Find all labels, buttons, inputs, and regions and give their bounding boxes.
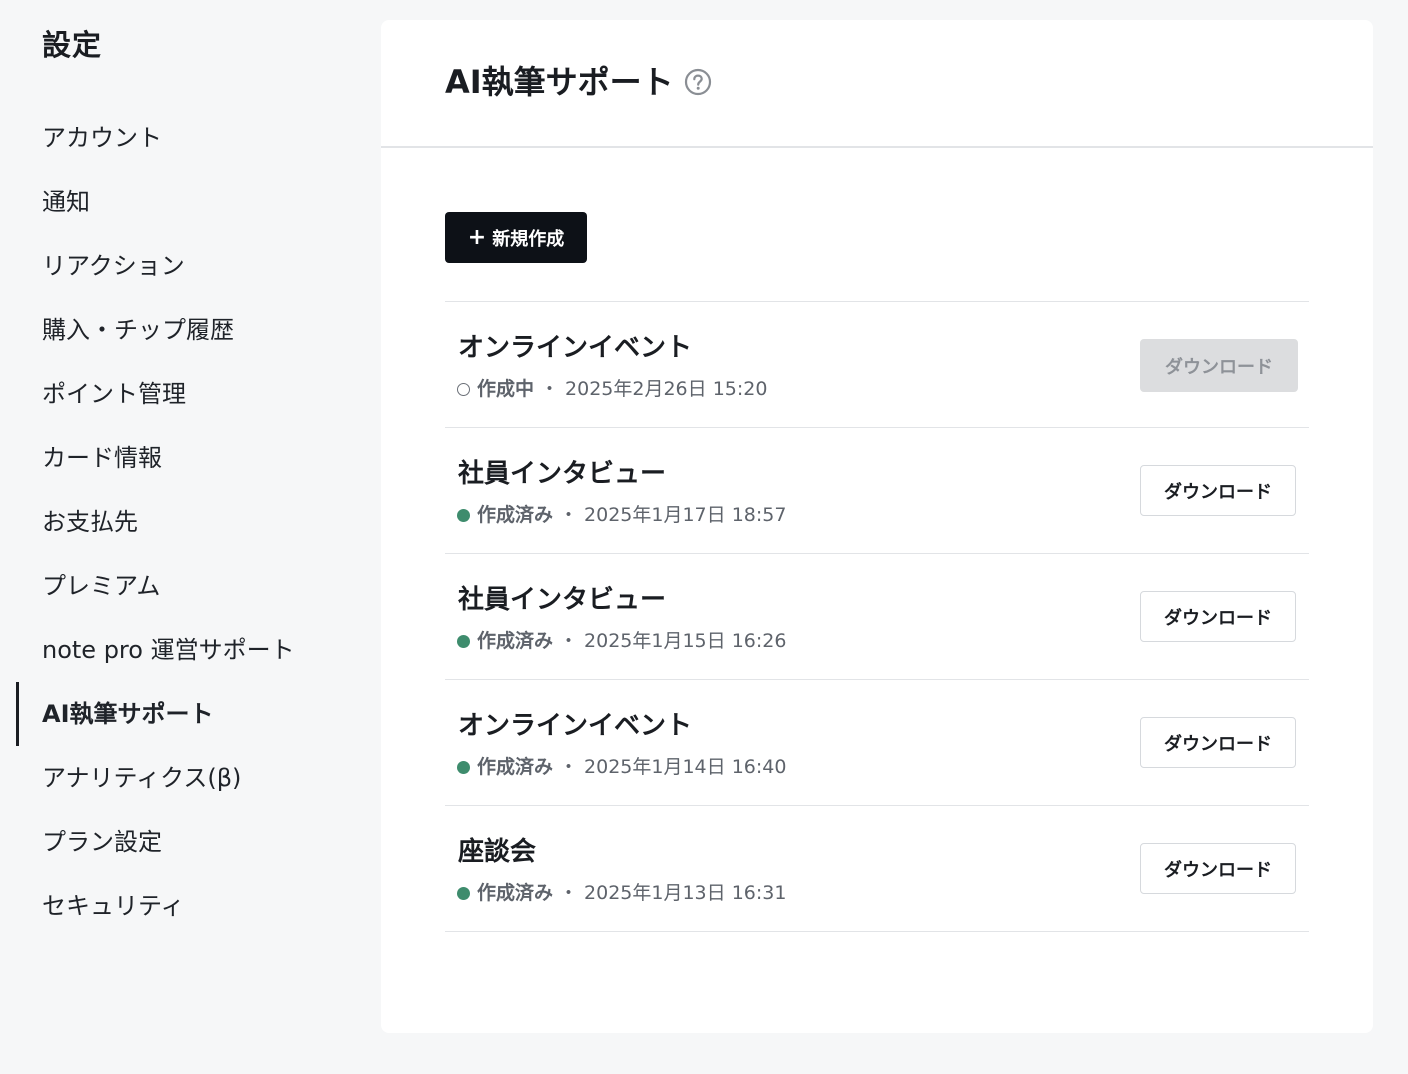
status-pending-icon: [457, 382, 470, 396]
status-label: 作成済み: [477, 756, 554, 778]
new-create-button[interactable]: + 新規作成: [445, 212, 587, 263]
document-meta: 作成済み ・ 2025年1月17日 18:57: [457, 502, 786, 528]
meta-separator: ・: [559, 882, 579, 904]
sidebar-item-security[interactable]: セキュリティ: [0, 874, 360, 938]
sidebar-title: 設定: [42, 28, 103, 62]
list-item: オンラインイベント 作成済み ・ 2025年1月14日 16:40 ダウンロード: [445, 680, 1309, 806]
sidebar-item-points[interactable]: ポイント管理: [0, 362, 360, 426]
document-meta: 作成済み ・ 2025年1月15日 16:26: [457, 628, 786, 654]
meta-separator: ・: [559, 504, 579, 526]
page-title: AI執筆サポート: [445, 63, 674, 101]
meta-separator: ・: [559, 756, 579, 778]
document-meta: 作成中 ・ 2025年2月26日 15:20: [457, 376, 767, 402]
list-item: 社員インタビュー 作成済み ・ 2025年1月15日 16:26 ダウンロード: [445, 554, 1309, 680]
meta-separator: ・: [559, 630, 579, 652]
sidebar-item-ai-writing-support[interactable]: AI執筆サポート: [0, 682, 360, 746]
sidebar-item-plan-settings[interactable]: プラン設定: [0, 810, 360, 874]
sidebar-item-purchase-history[interactable]: 購入・チップ履歴: [0, 298, 360, 362]
document-title[interactable]: 座談会: [458, 834, 536, 870]
settings-sidebar: 設定 アカウント 通知 リアクション 購入・チップ履歴 ポイント管理 カード情報…: [0, 0, 360, 1074]
list-item: 社員インタビュー 作成済み ・ 2025年1月17日 18:57 ダウンロード: [445, 428, 1309, 554]
document-title[interactable]: 社員インタビュー: [458, 582, 666, 618]
main-panel: AI執筆サポート + 新規作成 オンラインイベント 作成中 ・ 2025年2月2…: [381, 20, 1373, 1033]
sidebar-item-note-pro-support[interactable]: note pro 運営サポート: [0, 618, 360, 682]
document-date: 2025年1月17日 18:57: [584, 504, 787, 526]
status-label: 作成済み: [477, 882, 554, 904]
meta-separator: ・: [540, 378, 560, 400]
sidebar-item-card-info[interactable]: カード情報: [0, 426, 360, 490]
document-date: 2025年1月14日 16:40: [584, 756, 787, 778]
sidebar-item-payee[interactable]: お支払先: [0, 490, 360, 554]
download-button[interactable]: ダウンロード: [1140, 843, 1296, 894]
document-meta: 作成済み ・ 2025年1月14日 16:40: [457, 754, 786, 780]
status-label: 作成済み: [477, 504, 554, 526]
sidebar-item-premium[interactable]: プレミアム: [0, 554, 360, 618]
document-list: オンラインイベント 作成中 ・ 2025年2月26日 15:20 ダウンロード …: [445, 301, 1309, 932]
document-date: 2025年2月26日 15:20: [565, 378, 768, 400]
new-create-label: 新規作成: [492, 228, 565, 250]
status-done-icon: [457, 760, 470, 774]
sidebar-item-reactions[interactable]: リアクション: [0, 234, 360, 298]
document-date: 2025年1月13日 16:31: [584, 882, 787, 904]
plus-icon: +: [467, 224, 487, 250]
sidebar-item-analytics[interactable]: アナリティクス(β): [0, 746, 360, 810]
status-done-icon: [457, 634, 470, 648]
sidebar-item-account[interactable]: アカウント: [0, 106, 360, 170]
question-circle-icon[interactable]: [684, 68, 712, 96]
status-done-icon: [457, 886, 470, 900]
sidebar-item-notifications[interactable]: 通知: [0, 170, 360, 234]
list-item: オンラインイベント 作成中 ・ 2025年2月26日 15:20 ダウンロード: [445, 302, 1309, 428]
download-button[interactable]: ダウンロード: [1140, 339, 1298, 392]
download-button[interactable]: ダウンロード: [1140, 591, 1296, 642]
document-title[interactable]: オンラインイベント: [458, 330, 692, 366]
status-label: 作成中: [477, 378, 535, 400]
document-title[interactable]: オンラインイベント: [458, 708, 692, 744]
status-label: 作成済み: [477, 630, 554, 652]
list-item: 座談会 作成済み ・ 2025年1月13日 16:31 ダウンロード: [445, 806, 1309, 932]
download-button[interactable]: ダウンロード: [1140, 465, 1296, 516]
document-meta: 作成済み ・ 2025年1月13日 16:31: [457, 880, 786, 906]
document-title[interactable]: 社員インタビュー: [458, 456, 666, 492]
document-date: 2025年1月15日 16:26: [584, 630, 787, 652]
panel-header: AI執筆サポート: [381, 20, 1373, 148]
settings-nav: アカウント 通知 リアクション 購入・チップ履歴 ポイント管理 カード情報 お支…: [0, 106, 360, 938]
download-button[interactable]: ダウンロード: [1140, 717, 1296, 768]
status-done-icon: [457, 508, 470, 522]
